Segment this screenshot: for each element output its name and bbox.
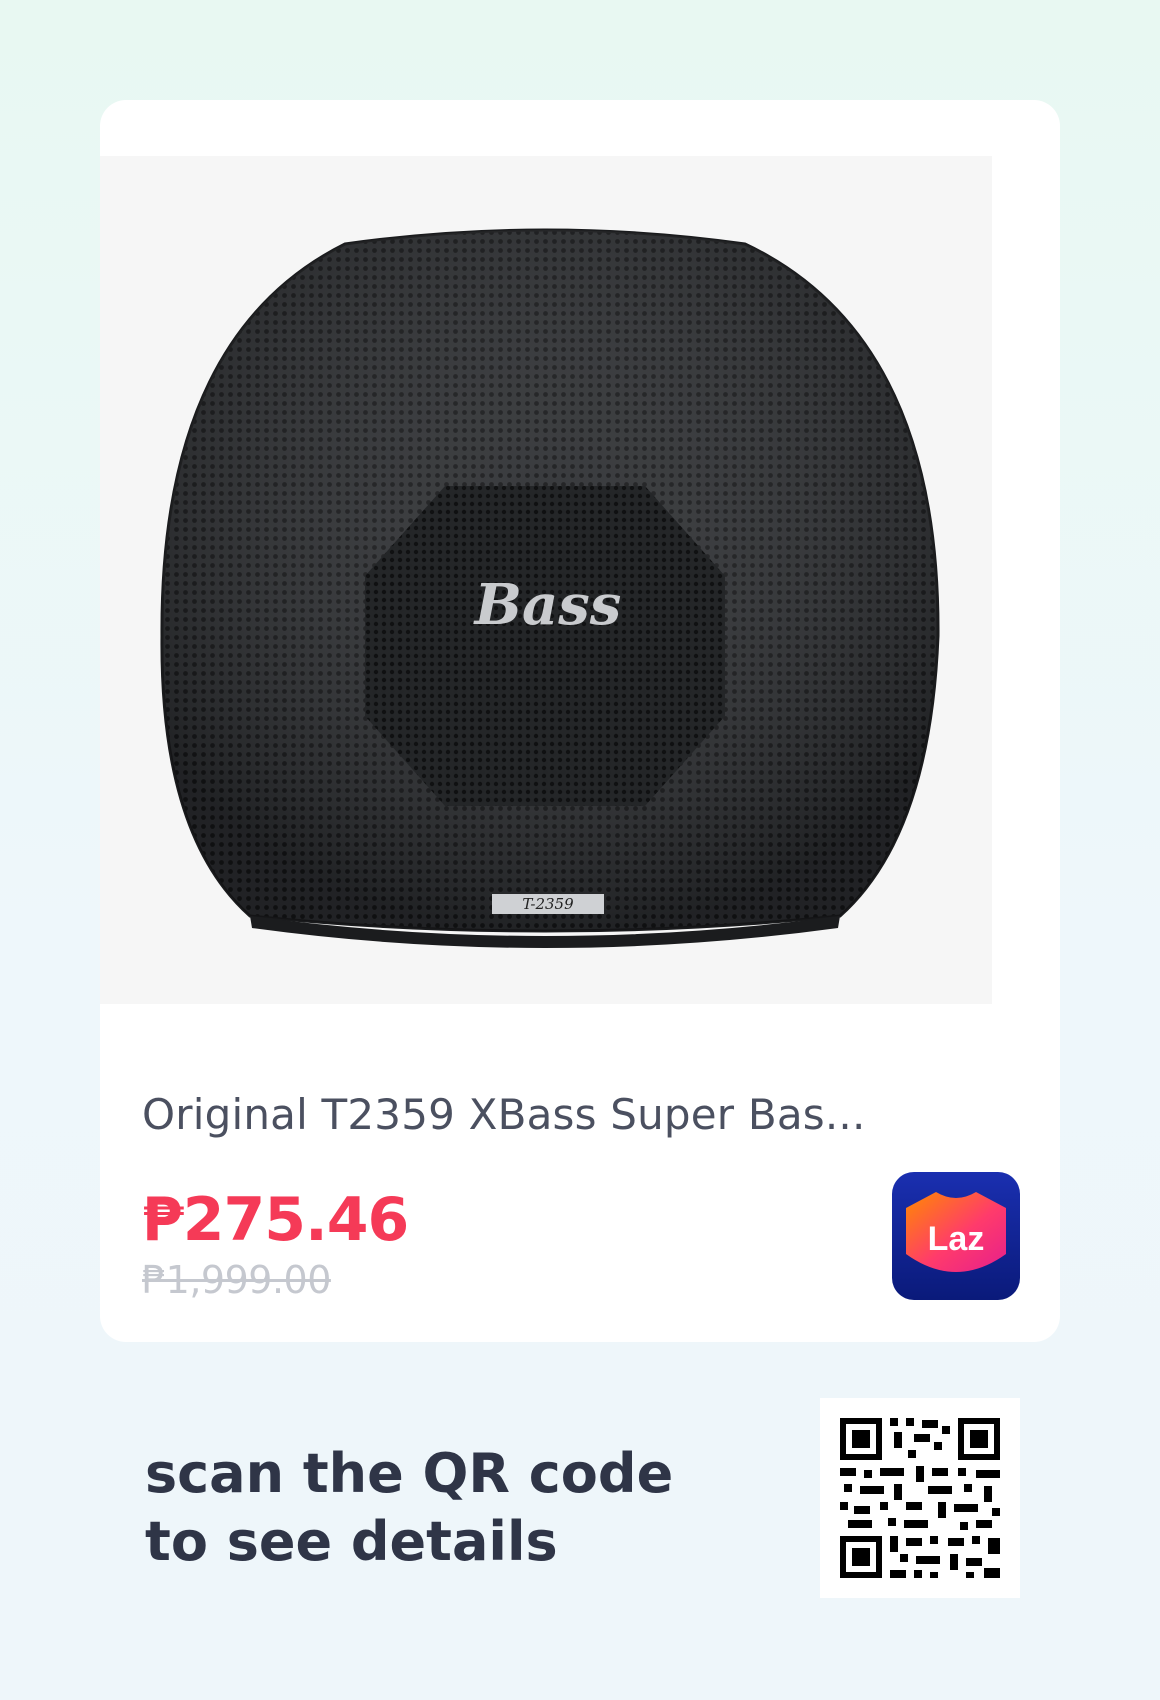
product-title[interactable]: Original T2359 XBass Super Bas... xyxy=(142,1090,902,1139)
product-image: Bass T-2359 xyxy=(100,156,992,1004)
original-price: ₱1,999.00 xyxy=(142,1258,331,1302)
sale-price: ₱275.46 xyxy=(142,1185,409,1255)
scan-instructions-line2: to see details xyxy=(145,1510,558,1573)
scan-instructions-line1: scan the QR code xyxy=(145,1442,674,1505)
svg-text:T-2359: T-2359 xyxy=(522,895,574,913)
lazada-logo-icon[interactable]: Laz xyxy=(892,1172,1020,1300)
scan-instructions: scan the QR code to see details xyxy=(145,1440,673,1576)
product-badge: Bass xyxy=(473,572,622,638)
svg-text:Laz: Laz xyxy=(928,1220,985,1258)
svg-text:Bass: Bass xyxy=(473,572,622,638)
product-card[interactable]: Bass T-2359 Original T2359 XBass Super B… xyxy=(100,100,1060,1342)
qr-code-icon[interactable] xyxy=(820,1398,1020,1598)
